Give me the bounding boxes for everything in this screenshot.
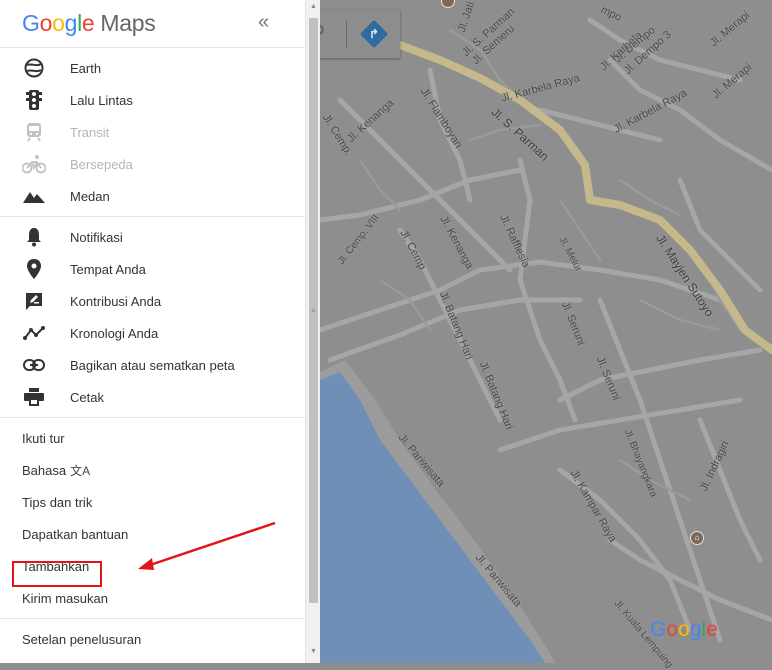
menu-item-label: Lalu Lintas xyxy=(70,92,133,108)
menu-item-label: Notifikasi xyxy=(70,229,123,245)
menu-item-terrain[interactable]: Medan xyxy=(0,180,305,212)
menu-item-tour[interactable]: Ikuti tur xyxy=(0,422,305,454)
directions-icon[interactable]: ↱ xyxy=(359,19,389,49)
settings-section: Setelan penelusuran xyxy=(0,619,305,659)
panel-header: Google Maps « xyxy=(0,0,305,48)
scrollbar-grip-icon: ≡ xyxy=(311,306,316,315)
menu-item-get-help[interactable]: Dapatkan bantuan xyxy=(0,518,305,550)
panel-scrollbar[interactable]: ▲ ≡ ▼ xyxy=(305,0,320,663)
google-watermark-logo: Google xyxy=(650,618,718,641)
google-maps-logo: Google Maps xyxy=(22,10,156,36)
menu-item-label: Kontribusi Anda xyxy=(70,293,162,309)
menu-item-label: Bagikan atau sematkan peta xyxy=(70,357,235,373)
menu-item-label: Bersepeda xyxy=(70,156,133,172)
bicycle-icon xyxy=(22,154,46,174)
translate-icon: 文A xyxy=(70,463,91,478)
scroll-down-arrow-icon[interactable]: ▼ xyxy=(309,648,318,655)
menu-item-label: Setelan penelusuran xyxy=(22,631,142,647)
timeline-icon xyxy=(22,323,46,343)
menu-item-earth[interactable]: Earth xyxy=(0,52,305,84)
train-icon xyxy=(22,122,46,142)
help-section: Ikuti tur Bahasa 文A Tips dan trik Dapatk… xyxy=(0,418,305,619)
layers-section: Earth Lalu Lintas Transit Bersepeda Meda… xyxy=(0,48,305,217)
menu-item-share-embed[interactable]: Bagikan atau sematkan peta xyxy=(0,349,305,381)
menu-item-label: Dapatkan bantuan xyxy=(22,526,129,542)
menu-item-label: Kirim masukan xyxy=(22,590,108,606)
menu-item-label: Cetak xyxy=(70,389,104,405)
personal-section: Notifikasi Tempat Anda Kontribusi Anda K… xyxy=(0,217,305,418)
traffic-light-icon xyxy=(22,90,46,110)
menu-item-transit[interactable]: Transit xyxy=(0,116,305,148)
printer-icon xyxy=(22,387,46,407)
highlight-box xyxy=(12,561,102,587)
link-icon xyxy=(22,355,46,375)
terrain-icon xyxy=(22,186,46,206)
menu-item-label: Medan xyxy=(70,188,110,204)
menu-item-label: Transit xyxy=(70,124,110,140)
museum-poi-icon[interactable]: ⌂ xyxy=(690,531,704,545)
location-pin-icon xyxy=(22,259,46,279)
logo-maps-text: Maps xyxy=(100,10,156,36)
divider xyxy=(346,20,347,48)
menu-item-language[interactable]: Bahasa 文A xyxy=(0,454,305,486)
edit-icon xyxy=(22,291,46,311)
menu-item-timeline[interactable]: Kronologi Anda xyxy=(0,317,305,349)
bell-icon xyxy=(22,227,46,247)
menu-item-label: Tempat Anda xyxy=(70,261,146,277)
menu-item-search-settings[interactable]: Setelan penelusuran xyxy=(0,623,305,655)
side-menu-panel: GoogleMaps « Earth Lalu Lintas Transit xyxy=(0,0,305,663)
collapse-menu-icon[interactable]: « xyxy=(258,11,269,34)
menu-item-print[interactable]: Cetak xyxy=(0,381,305,413)
menu-item-label: Tips dan trik xyxy=(22,494,93,510)
menu-item-notifications[interactable]: Notifikasi xyxy=(0,221,305,253)
menu-item-label: Earth xyxy=(70,60,102,76)
earth-icon xyxy=(22,58,46,78)
menu-item-contributions[interactable]: Kontribusi Anda xyxy=(0,285,305,317)
menu-item-traffic[interactable]: Lalu Lintas xyxy=(0,84,305,116)
menu-item-bicycle[interactable]: Bersepeda xyxy=(0,148,305,180)
menu-item-label: Kronologi Anda xyxy=(70,325,159,341)
menu-item-tips[interactable]: Tips dan trik xyxy=(0,486,305,518)
scroll-up-arrow-icon[interactable]: ▲ xyxy=(309,3,318,10)
menu-item-label: Bahasa xyxy=(22,462,67,478)
menu-item-your-places[interactable]: Tempat Anda xyxy=(0,253,305,285)
menu-item-label: Ikuti tur xyxy=(22,430,65,446)
